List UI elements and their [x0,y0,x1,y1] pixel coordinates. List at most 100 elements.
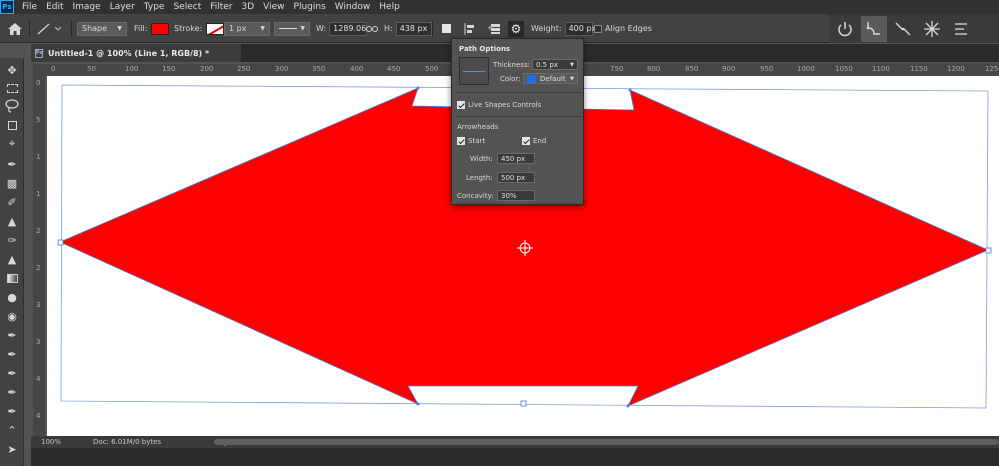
path-point [626,404,630,408]
menu-help[interactable]: Help [379,2,400,12]
ruler-tick-label: 1150 [910,65,928,73]
starburst-icon[interactable] [919,16,945,42]
align-edges-checkbox[interactable] [594,24,602,33]
line-tool-preset-icon[interactable] [37,14,63,43]
height-input[interactable]: 438 px [395,21,432,36]
ruler-tick-label: 1100 [872,65,890,73]
menu-layer[interactable]: Layer [110,2,135,12]
weight-input[interactable]: 400 px [564,21,596,36]
document-tab[interactable]: Ps Untitled-1 @ 100% (Line 1, RGB/8) * [31,44,241,62]
menu-view[interactable]: View [263,2,284,12]
menu-bar: Ps File Edit Image Layer Type Select Fil… [0,0,999,14]
stroke-width-dropdown[interactable]: 1 px ▼ [224,21,270,36]
chevron-down-icon: ▼ [117,25,122,32]
path-selection-tool-icon[interactable]: ➤ [4,441,20,457]
freeform-pen-tool-icon[interactable]: ✒ [4,346,20,362]
arrow-length-input[interactable]: 500 px [497,172,535,183]
width-input[interactable]: 1289.06 [329,21,368,36]
eraser-tool-icon[interactable]: ▲ [4,251,20,267]
chevron-down-icon: ▼ [300,25,305,32]
fill-swatch[interactable] [151,22,170,35]
ruler-tick-label: 850 [685,65,699,73]
stroke-type-dropdown[interactable]: ▼ [274,21,310,36]
menu-plugins[interactable]: Plugins [294,2,326,12]
align-edges-label: Align Edges [605,24,652,33]
document-icon: Ps [35,48,43,58]
ruler-tick-label: 2 [36,264,41,272]
home-icon[interactable] [8,14,22,43]
healing-brush-tool-icon[interactable]: ▩ [4,175,20,191]
curvature-pen-tool-icon[interactable]: ✒ [4,365,20,381]
concavity-input[interactable]: 30% [497,190,535,201]
arrow-length-label: Length: [466,174,493,182]
document-size[interactable]: Doc: 6.01M/0 bytes [93,438,161,446]
anchor-handle[interactable] [985,247,992,254]
path-preview-swatch [459,57,489,85]
lasso-tool-icon[interactable] [4,98,20,114]
marquee-tool-icon[interactable] [4,80,20,96]
add-anchor-point-tool-icon[interactable]: ✒ [4,384,20,400]
ruler-tick-label: 250 [237,65,251,73]
link-dimensions-icon[interactable] [366,14,378,43]
crop-tool-icon[interactable]: ⌖ [4,136,20,152]
live-shapes-controls-checkbox[interactable] [457,101,465,109]
ruler-tick-label: 4 [36,375,41,383]
brush-tool-icon[interactable]: ✐ [4,194,20,210]
path-segment-icon[interactable] [890,16,916,42]
delete-anchor-point-tool-icon[interactable]: ✒ [4,403,20,419]
ruler-tick-label: 1050 [835,65,853,73]
chevron-down-icon: ▼ [570,75,574,82]
tool-mode-dropdown[interactable]: Shape ▼ [77,21,127,36]
right-tool-strip [829,14,999,43]
anchor-handle[interactable] [57,239,64,246]
menu-file[interactable]: File [22,2,37,12]
menu-3d[interactable]: 3D [242,2,255,12]
menu-edit[interactable]: Edit [46,2,63,12]
ruler-tick-label: 5 [36,116,41,124]
move-tool-icon[interactable]: ✥ [4,62,20,78]
ruler-tick-label: 300 [275,65,289,73]
ruler-tick-label: 350 [312,65,326,73]
path-point [416,402,420,406]
thickness-dropdown[interactable]: 0.5 px ▼ [532,59,578,70]
ruler-corner[interactable] [33,64,47,76]
clone-stamp-tool-icon[interactable]: ▲ [4,213,20,229]
document-tab-title: Untitled-1 @ 100% (Line 1, RGB/8) * [48,48,210,58]
svg-text:+: + [487,24,493,32]
gradient-tool-icon[interactable] [4,270,20,286]
pen-curve-icon[interactable] [861,15,887,42]
vertical-ruler[interactable]: 0 5 1 1 2 2 3 3 4 4 [33,76,45,436]
color-dropdown[interactable]: Default ▼ [523,73,578,84]
ruler-tick-label: 50 [87,65,96,73]
tool-mode-value: Shape [82,24,108,33]
menu-image[interactable]: Image [73,2,101,12]
ruler-tick-label: 3 [36,338,41,346]
eyedropper-tool-icon[interactable]: ✒ [4,156,20,172]
menu-type[interactable]: Type [144,2,165,12]
menu-filter[interactable]: Filter [210,2,232,12]
menu-window[interactable]: Window [335,2,371,12]
align-lines-icon[interactable] [948,16,974,42]
stroke-swatch[interactable] [206,22,225,35]
arrowheads-heading: Arrowheads [457,123,499,131]
blur-tool-icon[interactable]: ● [4,289,20,305]
convert-point-tool-icon[interactable]: ⌃ [4,422,20,438]
ruler-tick-label: 3 [36,301,41,309]
path-operations-icon[interactable] [442,14,451,43]
anchor-handle[interactable] [520,400,527,407]
zoom-level[interactable]: 100% [41,438,61,446]
power-icon[interactable] [832,16,858,42]
object-selection-tool-icon[interactable] [4,117,20,133]
photoshop-logo-icon: Ps [0,0,14,14]
ruler-tick-label: 1000 [797,65,815,73]
height-label: H: [384,24,393,33]
horizontal-scrollbar[interactable] [214,439,999,445]
menu-select[interactable]: Select [173,2,201,12]
arrow-width-input[interactable]: 450 px [497,153,535,164]
history-brush-tool-icon[interactable]: ✑ [4,232,20,248]
dodge-tool-icon[interactable]: ◉ [4,308,20,324]
pen-tool-icon[interactable]: ✒ [4,327,20,343]
ruler-tick-label: 150 [162,65,176,73]
arrowhead-start-checkbox[interactable] [457,137,465,145]
arrowhead-end-checkbox[interactable] [522,137,530,145]
